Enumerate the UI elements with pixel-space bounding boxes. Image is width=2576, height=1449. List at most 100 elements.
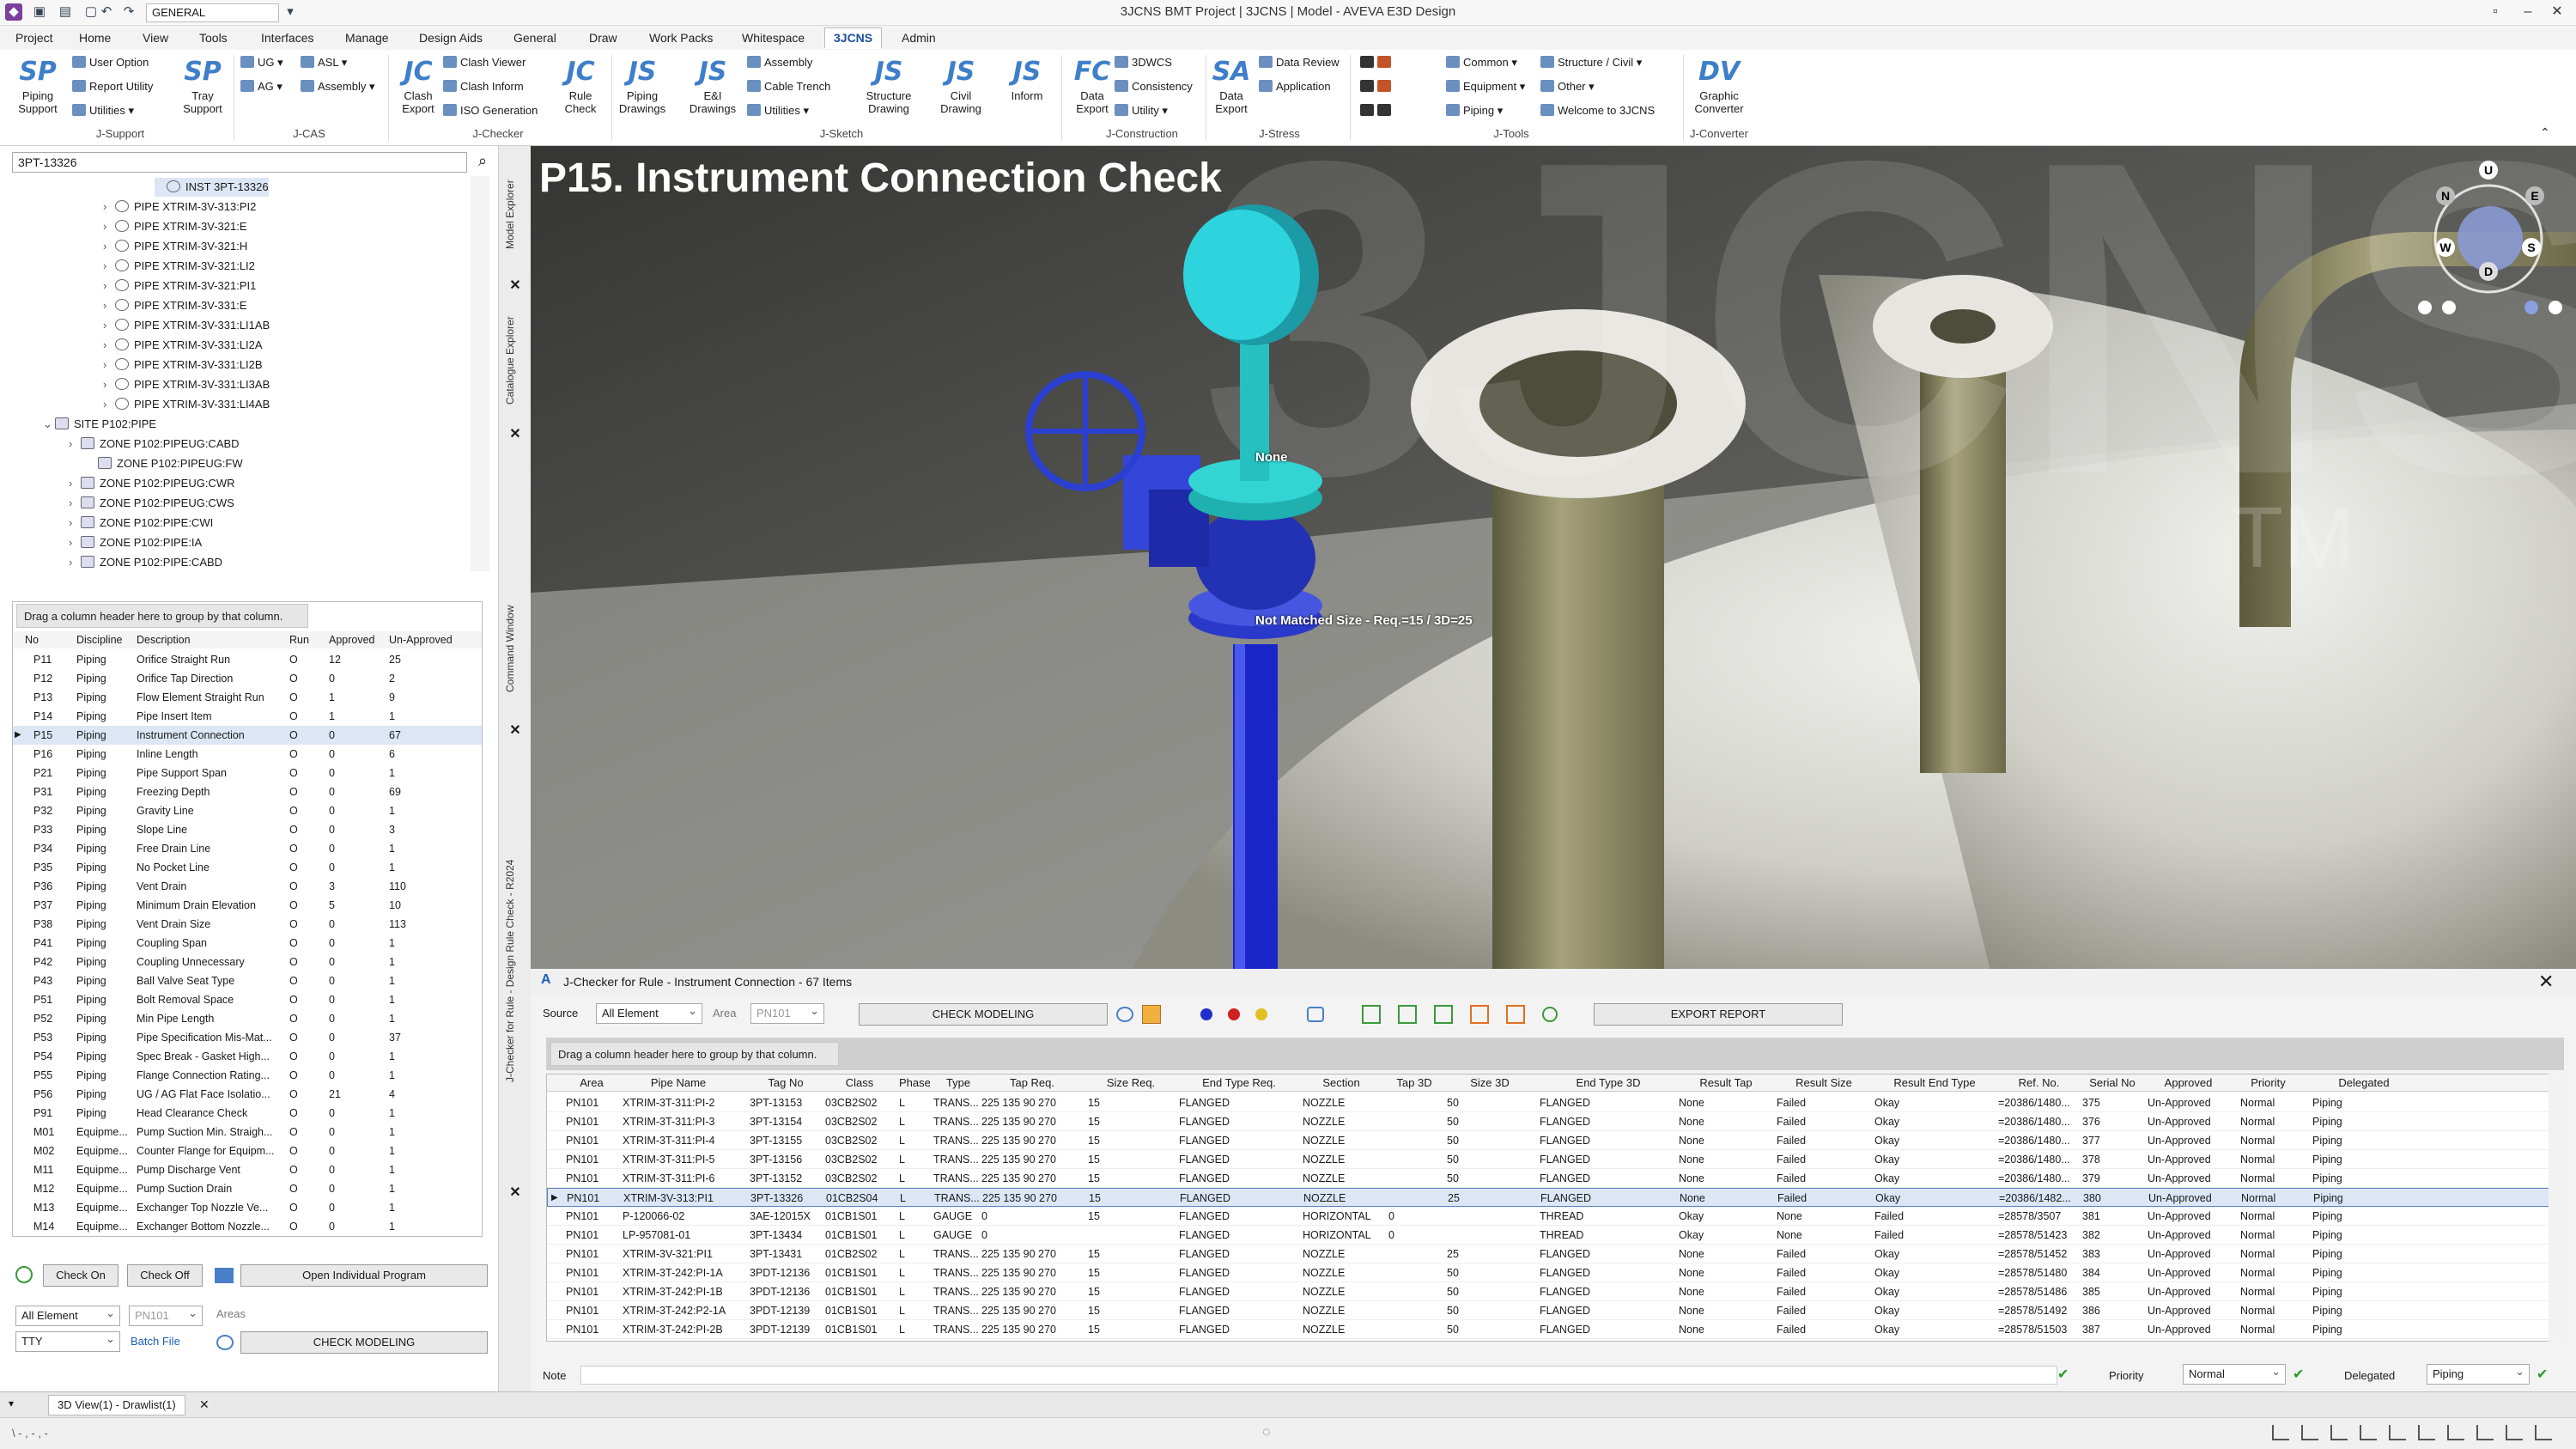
tree-node[interactable]: › PIPE XTRIM-3V-321:LI2: [103, 257, 255, 276]
graphic-converter-button[interactable]: DV Graphic Converter: [1686, 55, 1752, 115]
tab-j-checker-rule[interactable]: J-Checker for Rule - Design Rule Check -…: [504, 756, 526, 1185]
iso-generation-button[interactable]: ISO Generation: [443, 103, 538, 119]
piping-support-button[interactable]: SP Piping Support: [10, 55, 65, 115]
source-combo[interactable]: All Element: [596, 1002, 702, 1024]
quick-access-combo[interactable]: GENERAL: [146, 3, 279, 22]
result-column-header[interactable]: Delegated: [2312, 1075, 2415, 1092]
consistency-button[interactable]: Consistency: [1115, 79, 1193, 94]
expand-icon[interactable]: ›: [103, 217, 115, 236]
expand-icon[interactable]: ›: [103, 296, 115, 315]
3dwcs-button[interactable]: 3DWCS: [1115, 55, 1172, 70]
undo-icon[interactable]: ↶: [98, 3, 115, 21]
minimize-icon[interactable]: –: [2516, 3, 2540, 21]
user-option-button[interactable]: User Option: [72, 55, 149, 70]
tree-node[interactable]: ZONE P102:PIPEUG:FW: [86, 454, 243, 473]
rule-row[interactable]: M11 Equipme... Pump Discharge Vent O 0 1: [13, 1160, 482, 1179]
rule-column-header[interactable]: Description: [137, 631, 283, 648]
clash-inform-button[interactable]: Clash Inform: [443, 79, 524, 94]
tools-icon[interactable]: [1377, 56, 1391, 68]
note-input[interactable]: [580, 1366, 2057, 1385]
expand-icon[interactable]: ›: [69, 474, 81, 493]
rule-row[interactable]: P34 Piping Free Drain Line O 0 1: [13, 839, 482, 858]
nav-settings-icon[interactable]: [2549, 301, 2562, 314]
rule-row[interactable]: P42 Piping Coupling Unnecessary O 0 1: [13, 953, 482, 971]
close-window-icon[interactable]: ✕: [2545, 3, 2569, 21]
export-folder-icon[interactable]: [1142, 1005, 1161, 1024]
clash-viewer-button[interactable]: Clash Viewer: [443, 55, 526, 70]
rule-row[interactable]: M14 Equipme... Exchanger Bottom Nozzle... O…: [13, 1217, 482, 1236]
pen-icon[interactable]: [1377, 104, 1391, 116]
tree-node[interactable]: › PIPE XTRIM-3V-331:LI4AB: [103, 395, 270, 414]
batch-file-link[interactable]: Batch File: [131, 1335, 180, 1348]
rule-row[interactable]: P12 Piping Orifice Tap Direction O 0 2: [13, 669, 482, 688]
area-combo[interactable]: PN101: [129, 1304, 203, 1326]
inform-button[interactable]: JS Inform: [999, 55, 1054, 102]
confirm-priority-icon[interactable]: ✔: [2293, 1366, 2304, 1383]
tab-design-aids[interactable]: Design Aids: [419, 31, 483, 45]
rule-row[interactable]: P51 Piping Bolt Removal Space O 0 1: [13, 990, 482, 1009]
rule-row[interactable]: P14 Piping Pipe Insert Item O 1 1: [13, 707, 482, 726]
open-icon[interactable]: ▢: [82, 3, 100, 21]
yellow-status-icon[interactable]: [1255, 1008, 1267, 1020]
nav-back-icon[interactable]: [2418, 301, 2432, 314]
tree-node[interactable]: › ZONE P102:PIPE:CABD: [69, 553, 222, 571]
expand-icon[interactable]: ›: [103, 356, 115, 374]
tab-admin[interactable]: Admin: [902, 31, 936, 45]
tree-node[interactable]: › PIPE XTRIM-3V-321:PI1: [103, 277, 256, 295]
close-icon[interactable]: ✕: [504, 277, 526, 294]
search-icon[interactable]: ⌕: [471, 152, 495, 173]
open-individual-program-button[interactable]: Open Individual Program: [240, 1264, 488, 1287]
ag-button[interactable]: AG ▾: [240, 79, 283, 94]
close-icon[interactable]: ✕: [504, 425, 526, 442]
tree-node[interactable]: › PIPE XTRIM-3V-331:LI2A: [103, 336, 263, 355]
sketch-utilities-button[interactable]: Utilities ▾: [747, 103, 809, 119]
rule-row[interactable]: M13 Equipme... Exchanger Top Nozzle Ve... O…: [13, 1198, 482, 1217]
sort-icon[interactable]: [1470, 1005, 1489, 1024]
expand-icon[interactable]: ›: [103, 316, 115, 335]
tty-combo[interactable]: TTY: [15, 1330, 120, 1352]
result-row[interactable]: PN101 XTRIM-3T-242:P2-1A 3PDT-12139 01CB1S0…: [547, 1301, 2563, 1320]
result-column-header[interactable]: Ref. No.: [1998, 1075, 2080, 1092]
expand-icon[interactable]: ›: [103, 395, 115, 414]
rule-column-header[interactable]: Un-Approved: [389, 631, 466, 648]
tree-node[interactable]: › PIPE XTRIM-3V-321:E: [103, 217, 247, 236]
common-button[interactable]: Common ▾: [1446, 55, 1517, 70]
tab-tools[interactable]: Tools: [199, 31, 228, 45]
save-all-icon[interactable]: ▤: [57, 3, 74, 21]
result-column-header[interactable]: End Type 3D: [1540, 1075, 1677, 1092]
close-tab-icon[interactable]: ✕: [199, 1397, 210, 1412]
delegated-combo[interactable]: Piping: [2427, 1362, 2530, 1385]
red-status-icon[interactable]: [1228, 1008, 1240, 1020]
tab-work-packs[interactable]: Work Packs: [649, 31, 713, 45]
rule-row[interactable]: P33 Piping Slope Line O 0 3: [13, 820, 482, 839]
explorer-search-input[interactable]: 3PT-13326: [12, 152, 467, 173]
check-off-button[interactable]: Check Off: [127, 1264, 203, 1287]
filter-icon[interactable]: [1362, 1005, 1381, 1024]
rule-row[interactable]: P31 Piping Freezing Depth O 0 69: [13, 782, 482, 801]
save-icon[interactable]: ▣: [31, 3, 48, 21]
result-row[interactable]: PN101 XTRIM-3T-242:PI-2B 3PDT-12139 01CB1S0…: [547, 1320, 2563, 1339]
nav-orbit-icon[interactable]: [2524, 301, 2538, 314]
rule-column-header[interactable]: Discipline: [76, 631, 137, 648]
result-row[interactable]: PN101 XTRIM-3T-242:PI-1B 3PDT-12136 01CB1S0…: [547, 1282, 2563, 1301]
rule-column-header[interactable]: Run: [289, 631, 324, 648]
camera-icon[interactable]: [216, 1335, 234, 1350]
rule-row[interactable]: P37 Piping Minimum Drain Elevation O 5 10: [13, 896, 482, 915]
utilities-button[interactable]: Utilities ▾: [72, 103, 134, 119]
checker-check-modeling-button[interactable]: CHECK MODELING: [859, 1003, 1108, 1026]
expand-icon[interactable]: ›: [69, 553, 81, 571]
results-scrollbar[interactable]: [2549, 1074, 2564, 1342]
result-column-header[interactable]: Pipe Name: [623, 1075, 734, 1092]
tab-draw[interactable]: Draw: [589, 31, 617, 45]
result-column-header[interactable]: Class: [825, 1075, 894, 1092]
rule-row[interactable]: P21 Piping Pipe Support Span O 0 1: [13, 764, 482, 782]
result-column-header[interactable]: Phase: [899, 1075, 930, 1092]
result-column-header[interactable]: Size 3D: [1447, 1075, 1533, 1092]
utility-button[interactable]: Utility ▾: [1115, 103, 1168, 119]
rule-row[interactable]: P91 Piping Head Clearance Check O 0 1: [13, 1104, 482, 1123]
tree-node[interactable]: INST 3PT-13326: [155, 178, 269, 197]
refresh-icon[interactable]: [15, 1266, 33, 1283]
result-column-header[interactable]: Section: [1303, 1075, 1380, 1092]
align-right-icon[interactable]: [2418, 1425, 2435, 1440]
tab-project[interactable]: Project: [15, 31, 53, 45]
